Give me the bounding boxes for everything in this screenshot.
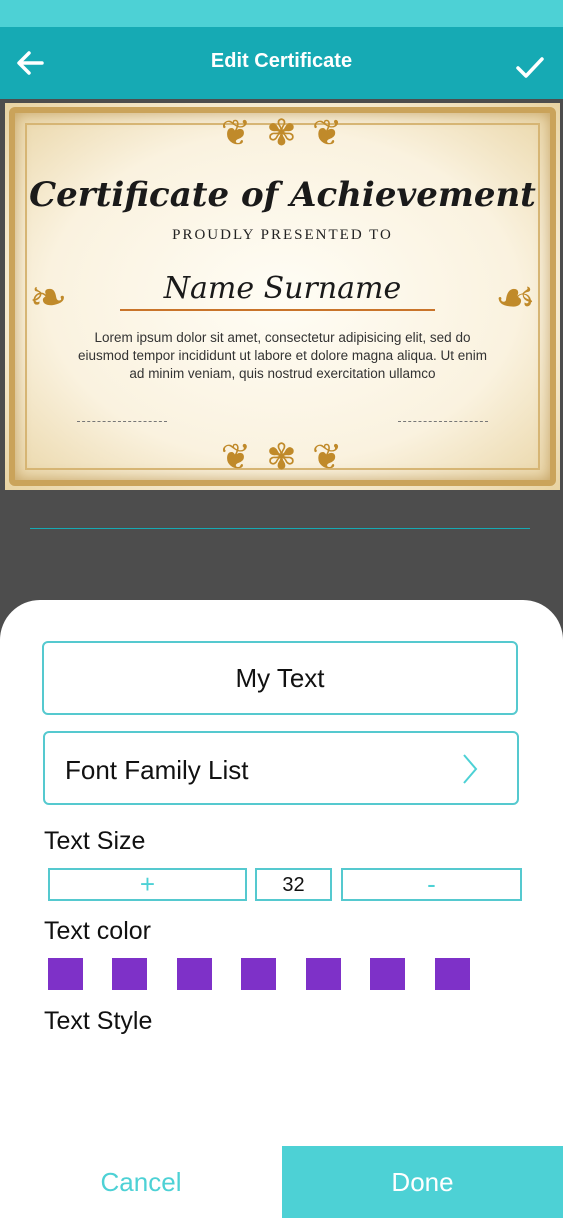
cancel-button[interactable]: Cancel (0, 1146, 282, 1218)
ornament-top-icon: ❦ ✾ ❦ (220, 113, 345, 154)
certificate-subheading[interactable]: PROUDLY PRESENTED TO (5, 227, 560, 244)
certificate-preview: ❦ ✾ ❦ ❦ ✾ ❦ ❧ ☙ Certificate of Achieveme… (5, 103, 560, 490)
color-swatch[interactable] (306, 958, 341, 990)
name-underline (120, 309, 435, 311)
certificate-heading[interactable]: Certificate of Achievement (5, 175, 560, 215)
text-color-label: Text color (44, 917, 151, 945)
certificate-body[interactable]: Lorem ipsum dolor sit amet, consectetur … (75, 329, 490, 383)
increase-size-button[interactable]: + (48, 868, 247, 901)
decrease-size-button[interactable]: - (341, 868, 522, 901)
color-swatch[interactable] (370, 958, 405, 990)
size-value: 32 (255, 868, 332, 901)
done-button[interactable]: Done (282, 1146, 563, 1218)
color-swatch[interactable] (241, 958, 276, 990)
signature-line-left (77, 421, 167, 422)
signature-line-right (398, 421, 488, 422)
color-swatch[interactable] (177, 958, 212, 990)
text-style-label: Text Style (44, 1007, 153, 1035)
text-size-label: Text Size (44, 827, 146, 855)
divider (30, 528, 530, 529)
color-swatch[interactable] (48, 958, 83, 990)
font-family-select[interactable]: Font Family List (43, 731, 519, 805)
ornament-bottom-icon: ❦ ✾ ❦ (220, 437, 345, 478)
color-swatch[interactable] (112, 958, 147, 990)
font-family-label: Font Family List (65, 755, 249, 785)
page-title: Edit Certificate (210, 50, 353, 72)
certificate-name[interactable]: Name Surname (5, 271, 560, 306)
status-bar (0, 0, 563, 27)
text-input[interactable] (42, 641, 518, 715)
color-swatch[interactable] (435, 958, 470, 990)
chevron-right-icon (463, 754, 478, 784)
toolbar: Edit Certificate (0, 27, 563, 99)
check-icon[interactable] (515, 53, 545, 81)
